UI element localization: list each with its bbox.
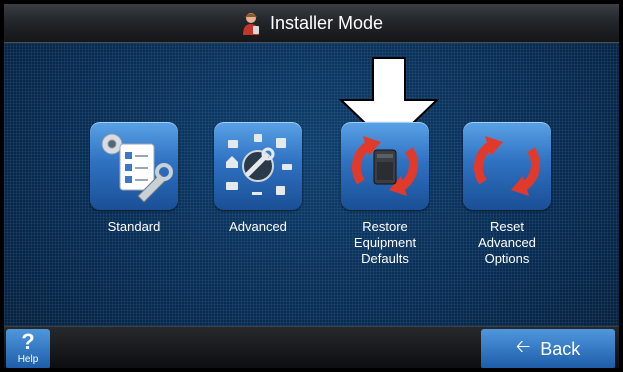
- installer-person-icon: [240, 11, 262, 35]
- reset-advanced-options-label: Reset Advanced Options: [478, 219, 536, 266]
- help-label: Help: [17, 354, 39, 365]
- restore-equipment-defaults-tile[interactable]: Restore Equipment Defaults: [335, 122, 435, 267]
- back-button[interactable]: 🡠 Back: [481, 329, 615, 368]
- help-button[interactable]: ? Help: [6, 329, 50, 368]
- advanced-tile[interactable]: Advanced: [208, 122, 308, 235]
- reset-options-icon: [463, 122, 551, 210]
- back-arrow-icon: 🡠: [515, 336, 531, 356]
- standard-label: Standard: [107, 219, 161, 234]
- restore-equipment-defaults-label: Restore Equipment Defaults: [353, 219, 417, 266]
- advanced-label: Advanced: [229, 219, 287, 234]
- advanced-settings-icon: [214, 122, 302, 210]
- installer-mode-screen: Installer Mode Standard Advanced Restore…: [0, 0, 623, 372]
- standard-settings-icon: [90, 122, 178, 210]
- back-label: Back: [540, 338, 581, 359]
- help-question-icon: ?: [21, 329, 35, 354]
- page-title: Installer Mode: [269, 12, 384, 33]
- restore-defaults-icon: [341, 122, 429, 210]
- title-bar: Installer Mode: [4, 4, 619, 43]
- standard-tile[interactable]: Standard: [84, 122, 184, 235]
- reset-advanced-options-tile[interactable]: Reset Advanced Options: [457, 122, 557, 267]
- footer-bar: ? Help 🡠 Back: [4, 326, 619, 368]
